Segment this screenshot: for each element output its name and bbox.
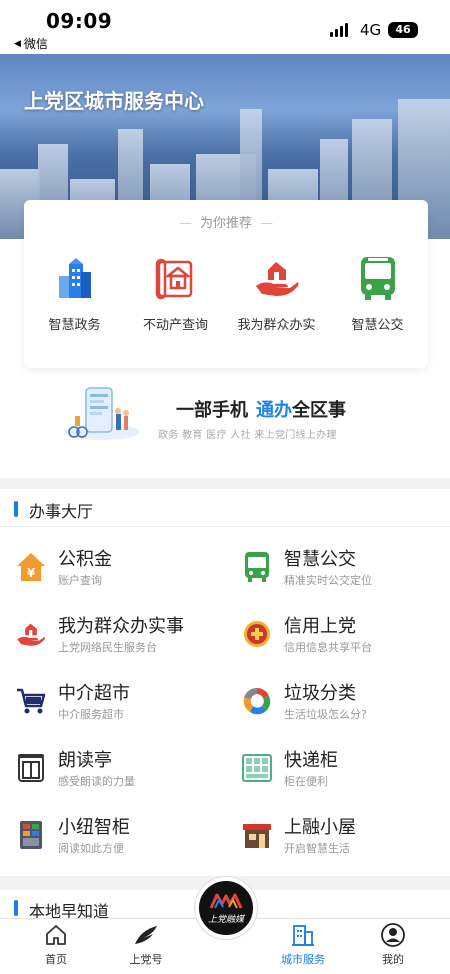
battery-level: 46 <box>395 23 411 36</box>
housing-fund-icon: ¥ <box>16 551 46 583</box>
home-icon <box>43 923 69 947</box>
back-label: 微信 <box>23 37 48 51</box>
recommend-item-label: 智慧政务 <box>48 318 101 333</box>
battery-icon: 46 <box>388 22 418 38</box>
service-serve-people[interactable]: 我为群众办实事 上党网络民生服务台 <box>16 612 236 664</box>
recommend-card: — 为你推荐 — 智慧政务 不动产查询 我为群众办实 智慧公交 <box>24 200 428 368</box>
status-time: 09:09 <box>46 9 113 33</box>
recommend-item-label: 不动产查询 <box>142 318 208 333</box>
service-smart-bus[interactable]: 智慧公交 精准实时公交定位 <box>242 545 450 597</box>
service-shangrong-hut[interactable]: 上融小屋 开启智慧生活 <box>242 813 450 865</box>
shop-house-icon <box>242 819 272 851</box>
service-hall-title: 办事大厅 <box>29 502 94 521</box>
tab-city-services[interactable]: 城市服务 <box>268 923 338 967</box>
smart-cabinet-icon <box>16 819 46 851</box>
svg-text:¥: ¥ <box>27 566 36 580</box>
signal-icon <box>330 23 348 37</box>
tab-shangdang-hao[interactable]: 上党号 <box>111 923 181 967</box>
slogan-sub-text: 政务 教育 医疗 人社 来上党门线上办理 <box>158 430 337 441</box>
feather-icon <box>133 923 159 947</box>
bus-icon <box>242 551 272 583</box>
property-icon <box>152 254 200 302</box>
slogan-main-text: 一部手机 通办全区事 <box>176 400 346 421</box>
recommend-item-smart-government[interactable]: 智慧政务 <box>24 254 125 333</box>
recommend-item-property-query[interactable]: 不动产查询 <box>125 254 226 333</box>
shopping-cart-icon <box>16 685 46 717</box>
city-building-icon <box>290 923 316 947</box>
service-agency-market[interactable]: 中介超市 中介服务超市 <box>16 679 236 731</box>
recommend-item-serve-people[interactable]: 我为群众办实 <box>226 254 327 333</box>
hand-house-icon <box>16 618 46 650</box>
slogan-banner[interactable]: 一部手机 通办全区事 政务 教育 医疗 人社 来上党门线上办理 <box>60 384 400 444</box>
back-to-wechat-link[interactable]: ◀ 微信 <box>14 35 48 52</box>
credit-badge-icon <box>242 618 272 650</box>
tab-home[interactable]: 首页 <box>21 923 91 967</box>
service-reading-booth[interactable]: 朗读亭 感受朗读的力量 <box>16 746 236 798</box>
recommend-item-label: 我为群众办实 <box>237 318 316 333</box>
service-hall-section: 办事大厅 ¥ 公积金 账户查询 智慧公交 精准实时公交定位 我为群众办实事 上党… <box>0 489 450 876</box>
service-credit-shangdang[interactable]: 信用上党 信用信息共享平台 <box>242 612 450 664</box>
government-building-icon <box>51 254 99 302</box>
recommend-item-label: 智慧公交 <box>351 318 404 333</box>
service-parcel-locker[interactable]: 快递柜 柜在便利 <box>242 746 450 798</box>
hero-title: 上党区城市服务中心 <box>24 89 204 113</box>
media-logo-icon <box>209 893 243 909</box>
center-brand-label: 上党融媒 <box>207 914 244 925</box>
status-bar: 09:09 ◀ 微信 4G 46 <box>0 0 450 54</box>
recommend-header: — 为你推荐 — <box>178 216 273 231</box>
reading-booth-icon <box>16 752 46 784</box>
bus-icon <box>354 254 402 302</box>
service-housing-fund[interactable]: ¥ 公积金 账户查询 <box>16 545 236 597</box>
recycle-icon <box>242 685 272 717</box>
section-accent-bar <box>14 900 18 916</box>
hand-house-icon <box>253 254 301 302</box>
user-icon <box>380 923 406 947</box>
network-type: 4G <box>360 21 382 39</box>
tab-mine[interactable]: 我的 <box>358 923 428 967</box>
service-smart-cabinet[interactable]: 小纽智柜 阅读如此方便 <box>16 813 236 865</box>
phone-service-illustration <box>60 384 142 442</box>
recommend-item-smart-bus[interactable]: 智慧公交 <box>327 254 428 333</box>
section-accent-bar <box>14 501 18 517</box>
service-hall-header: 办事大厅 <box>0 489 450 527</box>
back-triangle-icon: ◀ <box>14 38 21 49</box>
recommend-title: 为你推荐 <box>199 216 252 231</box>
service-garbage-sorting[interactable]: 垃圾分类 生活垃圾怎么分? <box>242 679 450 731</box>
center-media-button[interactable]: 上党融媒 <box>195 877 257 939</box>
parcel-locker-icon <box>242 752 272 784</box>
